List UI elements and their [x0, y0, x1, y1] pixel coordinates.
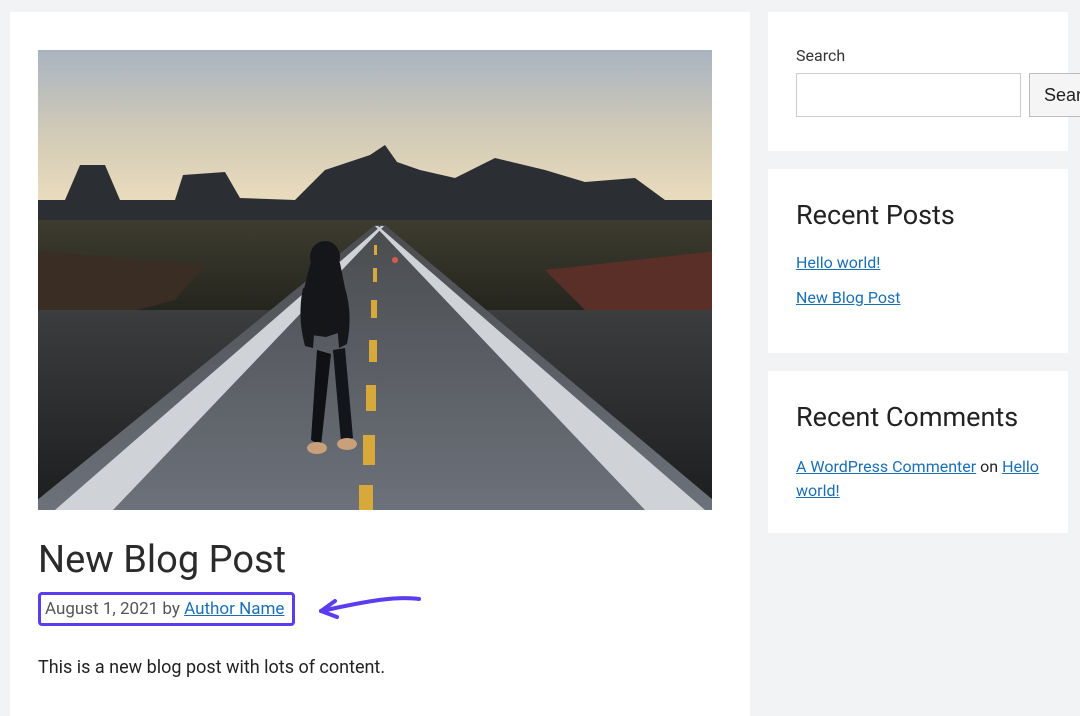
post-author-link[interactable]: Author Name — [184, 599, 284, 619]
recent-comments-widget: Recent Comments A WordPress Commenter on… — [768, 371, 1068, 533]
by-word: by — [162, 599, 180, 619]
recent-posts-heading: Recent Posts — [796, 199, 1040, 231]
recent-comment-item: A WordPress Commenter on Hello world! — [796, 455, 1040, 503]
search-widget: Search Search — [768, 12, 1068, 151]
recent-posts-widget: Recent Posts Hello world! New Blog Post — [768, 169, 1068, 353]
featured-image — [38, 50, 712, 510]
main-column: New Blog Post August 1, 2021 by Author N… — [10, 12, 750, 716]
post-byline: August 1, 2021 by Author Name — [45, 599, 284, 619]
search-label: Search — [796, 46, 1040, 65]
on-word: on — [980, 457, 998, 476]
byline-row: August 1, 2021 by Author Name — [38, 582, 712, 627]
annotation-arrow-icon — [311, 593, 421, 627]
recent-post-link[interactable]: New Blog Post — [796, 288, 900, 307]
sidebar: Search Search Recent Posts Hello world! … — [768, 12, 1068, 716]
search-row: Search — [796, 73, 1040, 117]
post-date: August 1, 2021 — [45, 599, 158, 619]
search-input[interactable] — [796, 73, 1021, 117]
byline-highlight-box: August 1, 2021 by Author Name — [38, 592, 295, 626]
search-button[interactable]: Search — [1029, 73, 1080, 117]
recent-post-link[interactable]: Hello world! — [796, 253, 880, 272]
page-layout: New Blog Post August 1, 2021 by Author N… — [0, 0, 1080, 716]
recent-comments-heading: Recent Comments — [796, 401, 1040, 433]
commenter-link[interactable]: A WordPress Commenter — [796, 457, 976, 476]
post-title: New Blog Post — [38, 538, 712, 582]
